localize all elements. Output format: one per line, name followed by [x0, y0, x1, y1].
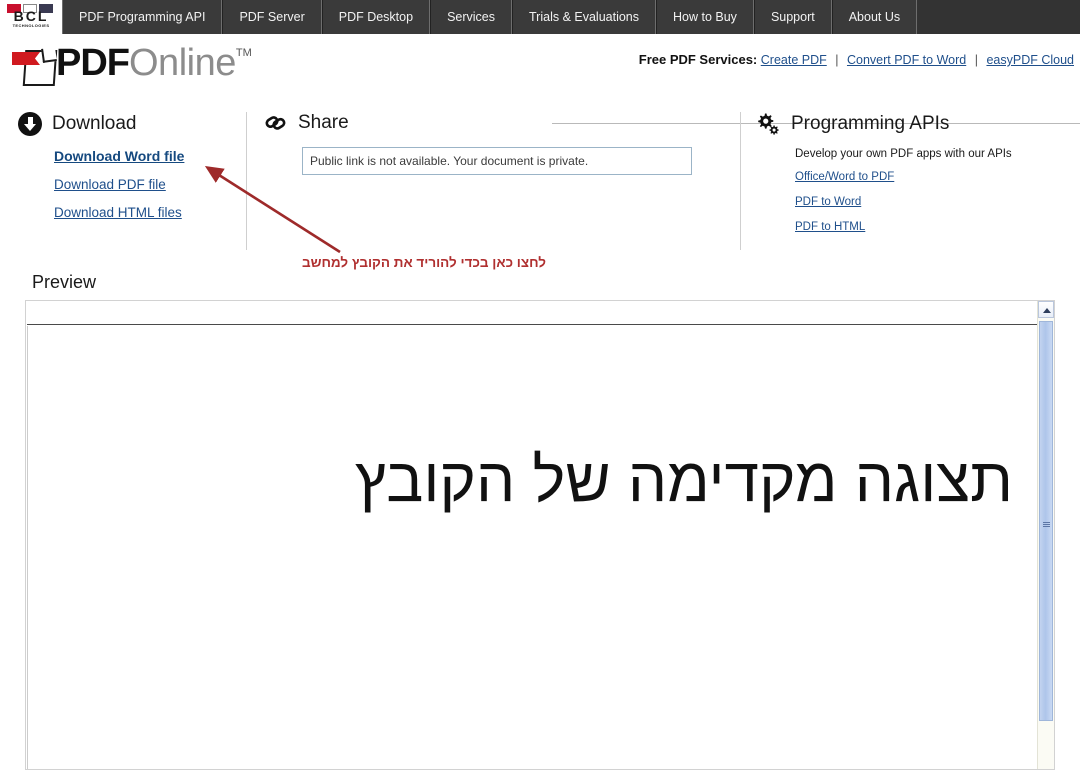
- nav-tab-about-us[interactable]: About Us: [831, 0, 918, 34]
- apis-link-list: Office/Word to PDF PDF to Word PDF to HT…: [795, 171, 1065, 233]
- download-html-files-link[interactable]: Download HTML files: [54, 205, 238, 220]
- free-pdf-services-label: Free PDF Services:: [638, 52, 758, 67]
- apis-panel-subtitle: Develop your own PDF apps with our APIs: [795, 148, 1012, 160]
- download-panel-header: Download: [18, 112, 238, 136]
- share-panel-header: Share: [264, 112, 714, 134]
- bcl-logo-subtext: TECHNOLOGIES: [12, 23, 50, 28]
- nav-tab-services[interactable]: Services: [430, 0, 513, 34]
- link-easypdf-cloud[interactable]: easyPDF Cloud: [986, 53, 1074, 67]
- bcl-logo-letters: BCL: [13, 8, 49, 24]
- preview-document-text: תצוגה מקדימה של הקובץ: [355, 446, 1013, 515]
- services-separator-1: |: [835, 53, 839, 67]
- apis-panel-header: Programming APIs: [755, 112, 1065, 136]
- action-panels: Download Download Word file Download PDF…: [0, 100, 1080, 260]
- nav-tab-list: PDF Programming API PDF Server PDF Deskt…: [62, 0, 918, 34]
- link-office-word-to-pdf[interactable]: Office/Word to PDF: [795, 171, 1065, 183]
- brand-online-text: Online: [129, 42, 236, 84]
- preview-frame: תצוגה מקדימה של הקובץ: [25, 300, 1055, 770]
- share-panel-title: Share: [298, 112, 349, 133]
- download-icon: [18, 112, 42, 136]
- scrollbar-thumb[interactable]: [1039, 321, 1053, 721]
- trademark-symbol: TM: [235, 47, 252, 59]
- download-word-file-link[interactable]: Download Word file: [54, 148, 238, 164]
- free-pdf-services-bar: Free PDF Services: Create PDF | Convert …: [639, 52, 1074, 67]
- document-icon: [12, 46, 58, 86]
- annotation-text: לחצו כאן בכדי להוריד את הקובץ למחשב: [301, 255, 546, 270]
- link-pdf-to-word[interactable]: PDF to Word: [795, 196, 1065, 208]
- share-panel: Share: [264, 112, 714, 175]
- services-separator-2: |: [974, 53, 978, 67]
- apis-panel-title: Programming APIs: [791, 113, 950, 134]
- public-link-input[interactable]: [302, 147, 692, 175]
- link-pdf-to-html[interactable]: PDF to HTML: [795, 221, 1065, 233]
- bcl-technologies-logo[interactable]: BCL TECHNOLOGIES: [0, 0, 62, 34]
- bcl-logo-mark: BCL TECHNOLOGIES: [5, 4, 57, 30]
- download-pdf-file-link[interactable]: Download PDF file: [54, 177, 238, 192]
- site-header: PDF Online TM Free PDF Services: Create …: [0, 34, 1080, 124]
- link-convert-pdf-to-word[interactable]: Convert PDF to Word: [847, 53, 966, 67]
- preview-scrollbar[interactable]: [1037, 301, 1054, 769]
- preview-toolbar: [27, 302, 1037, 325]
- preview-heading: Preview: [32, 272, 97, 292]
- link-create-pdf[interactable]: Create PDF: [761, 53, 827, 67]
- scrollbar-track[interactable]: [1039, 723, 1053, 769]
- download-panel-title: Download: [52, 113, 137, 134]
- download-panel: Download Download Word file Download PDF…: [18, 112, 238, 233]
- top-navigation-bar: BCL TECHNOLOGIES PDF Programming API PDF…: [0, 0, 1080, 34]
- download-link-list: Download Word file Download PDF file Dow…: [18, 148, 238, 220]
- brand-pdf-text: PDF: [56, 42, 130, 84]
- programming-apis-panel: Programming APIs Develop your own PDF ap…: [755, 112, 1065, 246]
- pdf-online-logo[interactable]: PDF Online TM: [12, 42, 252, 86]
- scroll-up-arrow-icon[interactable]: [1038, 301, 1054, 318]
- panel-divider-left: [246, 112, 247, 250]
- nav-tab-how-to-buy[interactable]: How to Buy: [656, 0, 754, 34]
- preview-document-page: תצוגה מקדימה של הקובץ: [27, 326, 1037, 769]
- gear-icon: [755, 112, 781, 136]
- nav-tab-support[interactable]: Support: [753, 0, 832, 34]
- scrollbar-grip-icon: [1043, 522, 1050, 528]
- nav-tab-trials-evaluations[interactable]: Trials & Evaluations: [512, 0, 657, 34]
- nav-tab-pdf-server[interactable]: PDF Server: [222, 0, 322, 34]
- nav-tab-pdf-programming-api[interactable]: PDF Programming API: [62, 0, 223, 34]
- nav-tab-pdf-desktop[interactable]: PDF Desktop: [321, 0, 431, 34]
- panel-divider-right: [740, 112, 741, 250]
- link-chain-icon: [264, 112, 288, 134]
